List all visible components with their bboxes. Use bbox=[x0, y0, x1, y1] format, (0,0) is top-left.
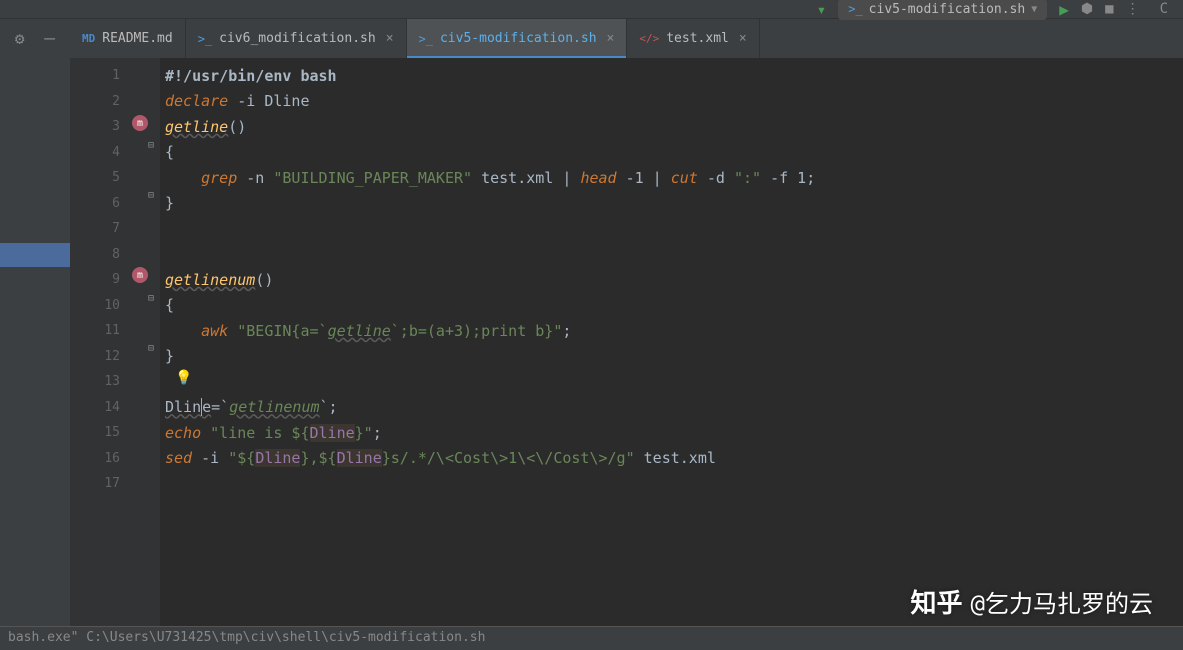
line-number[interactable]: 9 bbox=[70, 267, 130, 293]
code-line bbox=[165, 216, 1183, 242]
code-line: echo "line is ${Dline}"; bbox=[165, 420, 1183, 446]
minimize-icon[interactable]: — bbox=[44, 28, 55, 49]
tab-label: civ5-modification.sh bbox=[440, 31, 597, 46]
fold-icon[interactable]: ⊟ bbox=[148, 140, 154, 151]
line-number-gutter[interactable]: 1 2 3 4 5 6 7 8 9 10 11 12 13 14 15 16 1… bbox=[70, 58, 130, 626]
code-line bbox=[165, 369, 1183, 395]
code-line: { bbox=[165, 140, 1183, 166]
shell-script-icon: >_ bbox=[419, 32, 433, 46]
code-line: { bbox=[165, 293, 1183, 319]
more-icon[interactable]: ⋮ bbox=[1126, 1, 1140, 17]
watermark-text: @乞力马扎罗的云 bbox=[971, 584, 1153, 619]
shell-script-icon: >_ bbox=[198, 32, 212, 46]
close-icon[interactable]: × bbox=[739, 31, 747, 46]
line-number[interactable]: 5 bbox=[70, 165, 130, 191]
status-bar: bash.exe" C:\Users\U731425\tmp\civ\shell… bbox=[0, 626, 1183, 650]
code-line: } bbox=[165, 191, 1183, 217]
top-toolbar: ▾ >_ civ5-modification.sh ▼ ▶ ⬢ ■ ⋮ C bbox=[0, 0, 1183, 18]
tab-bar-row: ⚙ — MD README.md >_ civ6_modification.sh… bbox=[0, 18, 1183, 58]
tab-label: civ6_modification.sh bbox=[219, 31, 376, 46]
gear-icon[interactable]: ⚙ bbox=[15, 29, 25, 48]
run-configuration-selector[interactable]: >_ civ5-modification.sh ▼ bbox=[838, 0, 1047, 20]
code-line bbox=[165, 471, 1183, 497]
method-marker-icon[interactable]: m bbox=[132, 267, 148, 283]
method-marker-icon[interactable]: m bbox=[132, 115, 148, 131]
code-line: Dline=`getlinenum`; bbox=[165, 395, 1183, 421]
line-number[interactable]: 12 bbox=[70, 344, 130, 370]
run-config-label: civ5-modification.sh bbox=[869, 2, 1026, 17]
xml-icon: </> bbox=[639, 32, 659, 45]
hammer-icon[interactable]: ▾ bbox=[817, 0, 827, 19]
watermark: 知乎 @乞力马扎罗的云 bbox=[911, 583, 1153, 620]
tab-readme[interactable]: MD README.md bbox=[70, 19, 186, 58]
zhihu-logo: 知乎 bbox=[911, 583, 963, 620]
stop-icon[interactable]: ■ bbox=[1105, 1, 1113, 17]
code-line: #!/usr/bin/env bash bbox=[165, 63, 1183, 89]
fold-icon[interactable]: ⊟ bbox=[148, 343, 154, 354]
run-icon[interactable]: ▶ bbox=[1059, 0, 1069, 19]
tab-civ5[interactable]: >_ civ5-modification.sh × bbox=[407, 19, 628, 58]
fold-icon[interactable]: ⊟ bbox=[148, 293, 154, 304]
line-number[interactable]: 10 bbox=[70, 293, 130, 319]
search-icon[interactable]: C bbox=[1160, 1, 1168, 17]
gutter-icons: m ⊟ ⊟ m ⊟ ⊟ bbox=[130, 58, 160, 626]
line-number[interactable]: 14 bbox=[70, 395, 130, 421]
markdown-icon: MD bbox=[82, 32, 95, 45]
line-number[interactable]: 6 bbox=[70, 191, 130, 217]
line-number[interactable]: 3 bbox=[70, 114, 130, 140]
tab-test-xml[interactable]: </> test.xml × bbox=[627, 19, 759, 58]
line-number[interactable]: 17 bbox=[70, 471, 130, 497]
sidebar-selection bbox=[0, 243, 70, 267]
code-line: sed -i "${Dline},${Dline}s/.*/\<Cost\>1\… bbox=[165, 446, 1183, 472]
code-line: } bbox=[165, 344, 1183, 370]
tab-label: test.xml bbox=[666, 31, 729, 46]
line-number[interactable]: 15 bbox=[70, 420, 130, 446]
main-editor-area: 1 2 3 4 5 6 7 8 9 10 11 12 13 14 15 16 1… bbox=[0, 58, 1183, 626]
editor-tabs: MD README.md >_ civ6_modification.sh × >… bbox=[70, 19, 1183, 58]
line-number[interactable]: 13 bbox=[70, 369, 130, 395]
line-number[interactable]: 16 bbox=[70, 446, 130, 472]
tab-label: README.md bbox=[102, 31, 172, 46]
line-number[interactable]: 11 bbox=[70, 318, 130, 344]
status-text: bash.exe" C:\Users\U731425\tmp\civ\shell… bbox=[8, 630, 485, 645]
code-line: grep -n "BUILDING_PAPER_MAKER" test.xml … bbox=[165, 165, 1183, 191]
line-number[interactable]: 2 bbox=[70, 89, 130, 115]
code-line bbox=[165, 242, 1183, 268]
line-number[interactable]: 4 bbox=[70, 140, 130, 166]
code-editor[interactable]: #!/usr/bin/env bash declare -i Dline get… bbox=[160, 58, 1183, 626]
line-number[interactable]: 7 bbox=[70, 216, 130, 242]
line-number[interactable]: 1 bbox=[70, 63, 130, 89]
close-icon[interactable]: × bbox=[607, 31, 615, 46]
lightbulb-icon[interactable]: 💡 bbox=[175, 370, 192, 386]
shell-script-icon: >_ bbox=[848, 2, 862, 16]
debug-icon[interactable]: ⬢ bbox=[1081, 1, 1093, 17]
tab-civ6[interactable]: >_ civ6_modification.sh × bbox=[186, 19, 407, 58]
fold-icon[interactable]: ⊟ bbox=[148, 190, 154, 201]
chevron-down-icon: ▼ bbox=[1031, 4, 1037, 15]
line-number[interactable]: 8 bbox=[70, 242, 130, 268]
code-line: declare -i Dline bbox=[165, 89, 1183, 115]
close-icon[interactable]: × bbox=[386, 31, 394, 46]
code-line: awk "BEGIN{a=`getline`;b=(a+3);print b}"… bbox=[165, 318, 1183, 344]
code-line: getline() bbox=[165, 114, 1183, 140]
code-line: getlinenum() bbox=[165, 267, 1183, 293]
project-sidebar[interactable] bbox=[0, 58, 70, 626]
